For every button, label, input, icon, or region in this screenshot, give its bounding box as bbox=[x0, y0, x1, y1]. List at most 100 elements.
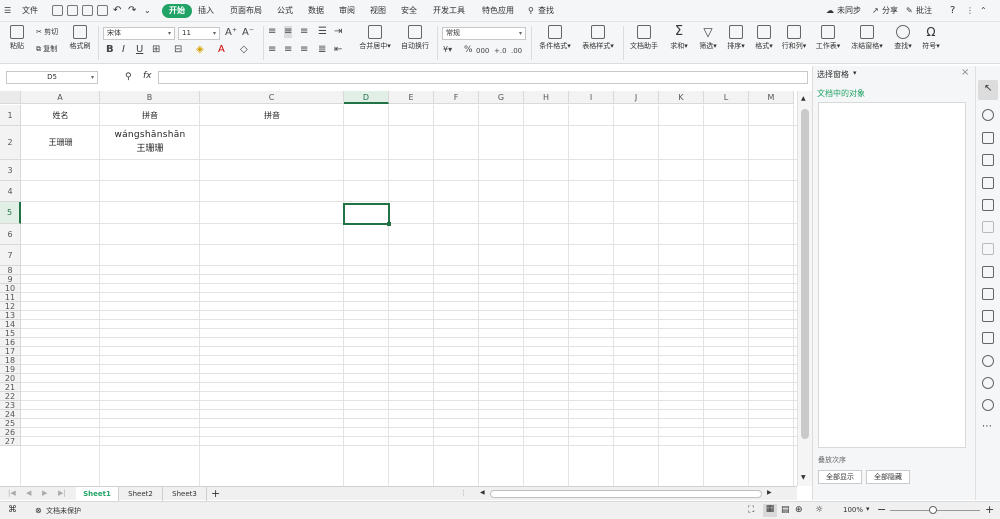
export-pdf-icon[interactable] bbox=[67, 5, 78, 16]
collapse-ribbon-icon[interactable]: ⌃ bbox=[980, 4, 987, 18]
last-sheet-icon[interactable]: ▶| bbox=[58, 489, 66, 497]
fit-screen-icon[interactable]: ⛶ bbox=[748, 505, 754, 515]
spreadsheet-grid[interactable]: A B C D E F G H I J K L M 1 2 3 4 5 6 7 8 9 10 11 1… bbox=[0, 91, 797, 486]
sync-status[interactable]: 未同步 bbox=[837, 4, 861, 18]
row-header[interactable]: 21 bbox=[0, 383, 21, 392]
sum-button[interactable]: Σ 求和▾ bbox=[666, 25, 692, 51]
redo-icon[interactable]: ↷ bbox=[128, 4, 136, 18]
layers-icon[interactable] bbox=[982, 310, 994, 322]
search-icon[interactable]: ⚲ bbox=[528, 4, 534, 18]
row-header[interactable]: 13 bbox=[0, 311, 21, 320]
tab-page-layout[interactable]: 页面布局 bbox=[230, 4, 262, 18]
pane-menu-icon[interactable]: ▾ bbox=[853, 69, 857, 77]
col-header-k[interactable]: K bbox=[659, 91, 704, 104]
row-header[interactable]: 11 bbox=[0, 293, 21, 302]
cell-a2[interactable]: 王珊珊 bbox=[21, 126, 100, 160]
col-header-h[interactable]: H bbox=[524, 91, 569, 104]
share-button[interactable]: 分享 bbox=[882, 4, 898, 18]
doc-helper-button[interactable]: 文档助手 bbox=[627, 25, 661, 51]
resize-icon[interactable] bbox=[982, 288, 994, 300]
border-icon[interactable]: ⊞ bbox=[152, 44, 160, 56]
row-header[interactable]: 2 bbox=[0, 126, 21, 160]
distributed-icon[interactable]: ⇤ bbox=[334, 44, 342, 56]
print-icon[interactable] bbox=[82, 5, 93, 16]
col-header-i[interactable]: I bbox=[569, 91, 614, 104]
tab-review[interactable]: 审阅 bbox=[339, 4, 355, 18]
tab-special[interactable]: 特色应用 bbox=[482, 4, 514, 18]
show-all-button[interactable]: 全部显示 bbox=[818, 470, 862, 484]
row-header[interactable]: 23 bbox=[0, 401, 21, 410]
copy-button[interactable]: ⧉ 复制 bbox=[36, 44, 57, 54]
cut-button[interactable]: ✂ 剪切 bbox=[36, 27, 58, 37]
font-color-icon[interactable]: A bbox=[218, 44, 225, 56]
filter-button[interactable]: ▽ 筛选▾ bbox=[695, 25, 721, 51]
worksheet-button[interactable]: 工作表▾ bbox=[812, 25, 844, 51]
align-top-icon[interactable]: ≡ bbox=[268, 26, 276, 38]
increase-decimal-button[interactable]: +.0 bbox=[494, 45, 507, 57]
thousands-button[interactable]: 000 bbox=[476, 45, 489, 57]
zoom-level[interactable]: 100% bbox=[843, 506, 863, 514]
tab-formula[interactable]: 公式 bbox=[277, 4, 293, 18]
row-header[interactable]: 12 bbox=[0, 302, 21, 311]
row-header[interactable]: 8 bbox=[0, 266, 21, 275]
row-header[interactable]: 6 bbox=[0, 224, 21, 245]
name-box[interactable]: D5 ▾ bbox=[6, 71, 98, 84]
align-center-icon[interactable]: ≡ bbox=[284, 44, 292, 56]
style-icon[interactable] bbox=[982, 132, 994, 144]
underline-button[interactable]: U bbox=[136, 44, 143, 56]
cursor-icon[interactable]: ↖ bbox=[984, 83, 992, 94]
percent-button[interactable]: % bbox=[464, 44, 473, 56]
zoom-slider-thumb[interactable] bbox=[929, 506, 937, 514]
scroll-left-icon[interactable]: ◀ bbox=[480, 489, 485, 496]
sheet-tab-1[interactable]: Sheet1 bbox=[76, 487, 119, 501]
align-middle-icon[interactable]: ≡ bbox=[284, 26, 293, 38]
scroll-up-icon[interactable]: ▲ bbox=[801, 95, 806, 102]
fill-color-icon[interactable]: ◈ bbox=[196, 44, 204, 56]
history-icon[interactable] bbox=[982, 377, 994, 389]
scroll-down-icon[interactable]: ▼ bbox=[801, 474, 806, 481]
vertical-scrollbar[interactable]: ▲ ▼ bbox=[797, 91, 812, 486]
copy-panel-icon[interactable] bbox=[982, 266, 994, 278]
freeze-button[interactable]: 冻结窗格▾ bbox=[847, 25, 887, 51]
format-button[interactable]: 格式▾ bbox=[751, 25, 777, 51]
normal-view-icon[interactable]: ▦ bbox=[763, 504, 777, 517]
col-header-m[interactable]: M bbox=[749, 91, 794, 104]
fill-handle[interactable] bbox=[387, 222, 391, 226]
active-cell-d5[interactable] bbox=[343, 203, 391, 226]
shrink-font-icon[interactable]: A⁻ bbox=[242, 27, 254, 39]
menu-file[interactable]: 文件 bbox=[22, 4, 38, 18]
row-header[interactable]: 3 bbox=[0, 160, 21, 181]
row-header[interactable]: 24 bbox=[0, 410, 21, 419]
comment-panel-icon[interactable] bbox=[982, 221, 994, 233]
row-header[interactable]: 17 bbox=[0, 347, 21, 356]
comment-button[interactable]: 批注 bbox=[916, 4, 932, 18]
row-header[interactable]: 22 bbox=[0, 392, 21, 401]
hamburger-icon[interactable]: ☰ bbox=[4, 4, 11, 18]
row-header[interactable]: 25 bbox=[0, 419, 21, 428]
shapes-icon[interactable] bbox=[982, 109, 994, 121]
next-sheet-icon[interactable]: ▶ bbox=[42, 489, 47, 497]
row-header[interactable]: 26 bbox=[0, 428, 21, 437]
page-break-view-icon[interactable]: ⊕ bbox=[795, 505, 803, 515]
row-header[interactable]: 19 bbox=[0, 365, 21, 374]
row-header[interactable]: 16 bbox=[0, 338, 21, 347]
sort-button[interactable]: 排序▾ bbox=[723, 25, 749, 51]
clear-icon[interactable]: ◇ bbox=[240, 44, 248, 56]
text-box-icon[interactable] bbox=[982, 243, 994, 255]
row-header[interactable]: 9 bbox=[0, 275, 21, 284]
table-icon[interactable] bbox=[982, 154, 994, 166]
paste-button[interactable]: 粘贴 bbox=[6, 25, 28, 51]
format-painter-button[interactable]: 格式刷 bbox=[67, 25, 93, 51]
align-bottom-icon[interactable]: ≡ bbox=[300, 26, 308, 38]
row-header[interactable]: 14 bbox=[0, 320, 21, 329]
vertical-scroll-thumb[interactable] bbox=[801, 109, 809, 439]
col-header-g[interactable]: G bbox=[479, 91, 524, 104]
indent-icon[interactable]: ⇥ bbox=[334, 26, 342, 38]
cell-b2[interactable]: wángshānshān 王珊珊 bbox=[100, 126, 200, 160]
tab-split-handle[interactable]: ⋮ bbox=[460, 489, 467, 497]
formula-input[interactable] bbox=[158, 71, 808, 84]
cell-a1[interactable]: 姓名 bbox=[21, 105, 100, 126]
row-header[interactable]: 1 bbox=[0, 105, 21, 126]
more-icon[interactable]: ⋮ bbox=[966, 4, 974, 18]
zoom-in-icon[interactable]: + bbox=[985, 503, 994, 516]
